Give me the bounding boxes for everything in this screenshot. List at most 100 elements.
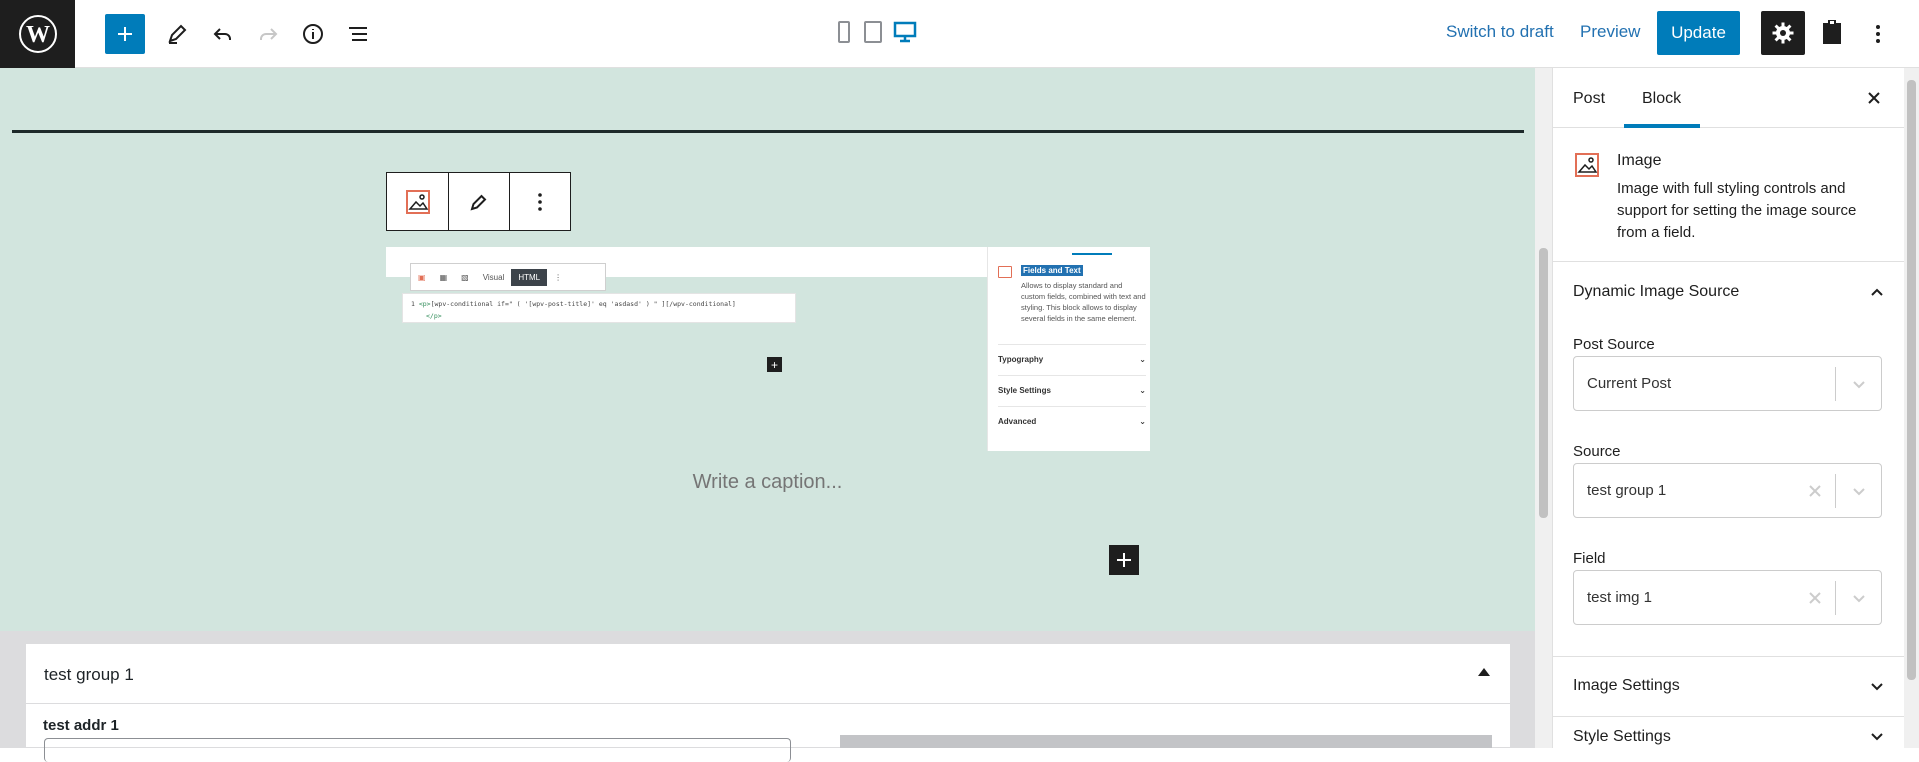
block-options-button[interactable] [510,173,570,230]
image-settings-toggle[interactable]: Image Settings [1553,656,1904,716]
embedded-image-icon: ▣ [418,272,426,282]
chevron-down-icon: ⌄ [1139,417,1146,426]
undo-icon [213,28,231,40]
preview-button[interactable]: Preview [1580,22,1640,42]
embedded-row-style: Style Settings ⌄ [998,375,1146,405]
block-card-description: Image with full styling controls and sup… [1617,180,1857,241]
clipboard-icon [1823,20,1841,44]
svg-text:W: W [26,22,50,48]
close-sidebar-button[interactable] [1862,86,1886,110]
source-select[interactable]: test group 1 [1573,463,1882,518]
embedded-code-tag: <p> [418,300,431,308]
chevron-down-icon [1871,733,1883,741]
embedded-panel-title: Fields and Text [1021,265,1083,276]
undo-button[interactable] [203,14,243,54]
post-source-label: Post Source [1573,336,1655,353]
field-select[interactable]: test img 1 [1573,570,1882,625]
source-label: Source [1573,443,1621,460]
chevron-down-icon: ⌄ [1139,386,1146,395]
close-icon [1868,92,1880,104]
metabox-title: test group 1 [44,665,134,684]
source-value: test group 1 [1587,482,1667,499]
switch-to-draft-button[interactable]: Switch to draft [1446,22,1554,42]
select-separator [1835,581,1836,615]
options-button[interactable] [1858,14,1898,54]
block-card: Image Image with full styling controls a… [1553,128,1904,262]
field-value: test img 1 [1587,589,1653,606]
update-button[interactable]: Update [1657,11,1740,55]
embedded-sidebar-panel: Fields and Text Allows to display standa… [987,247,1150,451]
details-button[interactable] [293,14,333,54]
chevron-down-icon[interactable] [1849,481,1869,501]
edit-block-button[interactable] [449,173,510,230]
add-block-inline-button[interactable] [1109,545,1139,575]
info-icon [303,24,323,44]
style-settings-toggle[interactable]: Style Settings [1553,716,1904,748]
block-type-button[interactable] [387,173,449,230]
tab-block[interactable]: Block [1642,90,1681,108]
embedded-code-line: [wpv-conditional if=" ( '[wpv-post-title… [430,300,736,308]
list-view-icon [349,27,367,41]
select-separator [1835,474,1836,508]
panel-title: Image Settings [1573,677,1680,694]
chevron-down-icon[interactable] [1849,588,1869,608]
settings-button[interactable] [1761,11,1805,55]
chevron-down-icon: ⌄ [1139,355,1146,364]
image-caption-input[interactable]: Write a caption... [0,471,1535,494]
embedded-field-icon: ▧ [461,272,469,282]
wordpress-icon: W [18,15,57,53]
wordpress-logo-button[interactable]: W [0,0,75,68]
redo-icon [260,28,278,40]
tablet-preview-button[interactable] [861,18,885,46]
sidebar-scrollbar-thumb[interactable] [1907,80,1916,680]
pencil-icon [168,24,187,44]
embedded-plus-icon: + [767,357,782,372]
post-source-value: Current Post [1587,375,1672,392]
metabox-test-group: test group 1 test addr 1 [25,643,1511,762]
add-block-button[interactable] [105,14,145,54]
embedded-calendar-icon: ▦ [439,272,448,282]
list-view-button[interactable] [338,14,378,54]
dynamic-image-source-toggle[interactable]: Dynamic Image Source [1553,262,1904,322]
embedded-tab-underline [1072,253,1112,255]
panel-title: Dynamic Image Source [1573,283,1740,300]
image-icon [405,189,430,214]
plugin-button[interactable] [1812,12,1852,52]
field-label: Field [1573,550,1606,567]
address-input[interactable] [44,738,791,762]
sidebar-scrollbar[interactable] [1904,68,1919,748]
tools-button[interactable] [157,14,197,54]
desktop-icon [893,21,917,43]
post-source-select[interactable]: Current Post [1573,356,1882,411]
embedded-html-tab: HTML [511,268,548,286]
embedded-visual-tab: Visual [482,272,505,282]
embedded-block-icon [998,266,1012,278]
chevron-up-icon [1871,288,1883,296]
chevron-down-icon [1871,683,1883,691]
image-block[interactable]: ▣ ▦ ▧ Visual HTML ⋮ 1 <p>[wpv-conditiona… [386,247,1150,451]
canvas-scrollbar[interactable] [1535,68,1552,748]
gear-icon [1772,22,1794,44]
separator-block[interactable] [12,130,1524,133]
panel-title: Style Settings [1573,728,1671,745]
embedded-toolbar: ▣ ▦ ▧ Visual HTML ⋮ [410,263,606,291]
tablet-icon [864,21,882,43]
embedded-code-editor: 1 <p>[wpv-conditional if=" ( '[wpv-post-… [402,293,796,323]
select-separator [1835,367,1836,401]
caret-up-icon[interactable] [1478,668,1490,676]
block-toolbar [386,172,571,231]
metabox-header[interactable]: test group 1 [26,644,1510,704]
clear-icon[interactable] [1805,481,1825,501]
mobile-preview-button[interactable] [832,18,856,46]
embedded-row-typography: Typography ⌄ [998,344,1146,374]
redo-button[interactable] [248,14,288,54]
tab-post[interactable]: Post [1573,90,1605,108]
embedded-row-advanced: Advanced ⌄ [998,406,1146,436]
chevron-down-icon[interactable] [1849,374,1869,394]
editor-header: W Switch to draft Preview Update [0,0,1919,68]
clear-icon[interactable] [1805,588,1825,608]
plus-icon [118,27,132,41]
canvas-scrollbar-thumb[interactable] [1539,248,1548,518]
desktop-preview-button[interactable] [891,18,919,46]
plus-icon [1117,553,1131,567]
